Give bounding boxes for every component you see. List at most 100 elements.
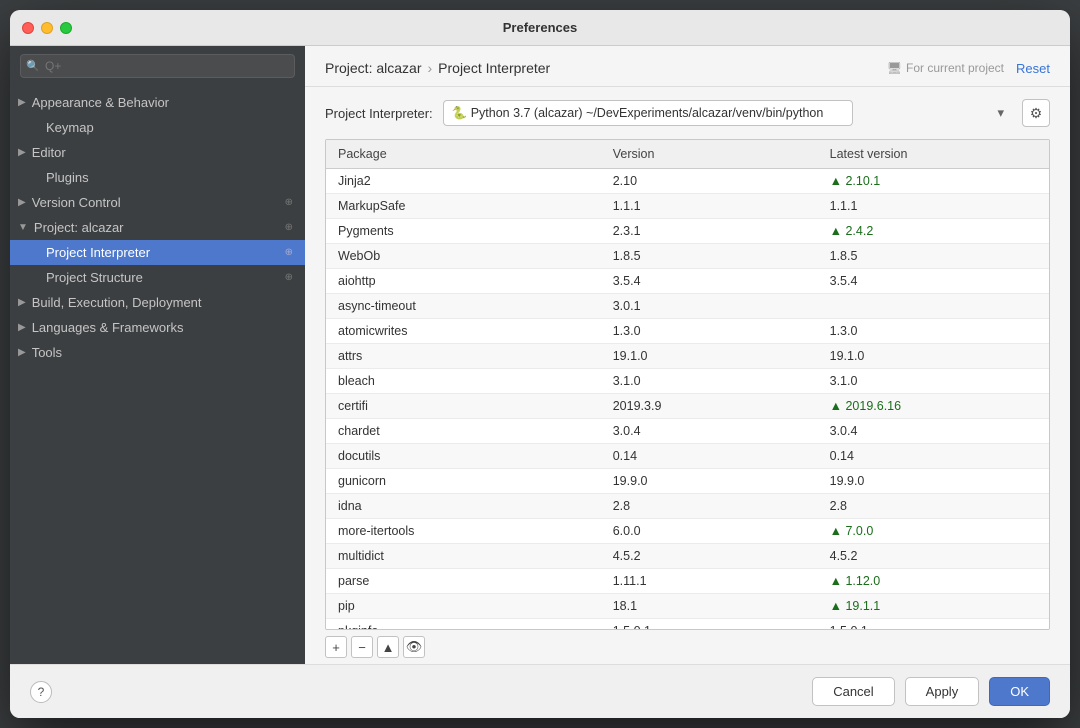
table-row[interactable]: attrs19.1.019.1.0 bbox=[326, 344, 1049, 369]
sidebar-item-appearance[interactable]: ▶ Appearance & Behavior bbox=[10, 90, 305, 115]
plus-icon: + bbox=[332, 640, 340, 655]
package-latest-cell: ▲ 2019.6.16 bbox=[818, 394, 1049, 419]
package-version-cell: 0.14 bbox=[601, 444, 818, 469]
reset-button[interactable]: Reset bbox=[1016, 61, 1050, 76]
package-latest-cell: ▲ 19.1.1 bbox=[818, 594, 1049, 619]
sidebar-item-plugins[interactable]: Plugins bbox=[10, 165, 305, 190]
table-row[interactable]: WebOb1.8.51.8.5 bbox=[326, 244, 1049, 269]
sidebar-item-label: Editor bbox=[32, 145, 66, 160]
sidebar-item-project-interpreter[interactable]: Project Interpreter ⊕ bbox=[10, 240, 305, 265]
expand-arrow-icon: ▶ bbox=[18, 147, 26, 158]
table-row[interactable]: certifi2019.3.9▲ 2019.6.16 bbox=[326, 394, 1049, 419]
package-name-cell: certifi bbox=[326, 394, 601, 419]
table-row[interactable]: bleach3.1.03.1.0 bbox=[326, 369, 1049, 394]
package-name-cell: pkginfo bbox=[326, 619, 601, 631]
breadcrumb-separator: › bbox=[427, 60, 432, 76]
sidebar-item-languages-frameworks[interactable]: ▶ Languages & Frameworks bbox=[10, 315, 305, 340]
apply-button[interactable]: Apply bbox=[905, 677, 980, 706]
package-latest-cell: 1.8.5 bbox=[818, 244, 1049, 269]
eye-icon: 👁 bbox=[406, 639, 423, 655]
package-latest-cell: ▲ 2.4.2 bbox=[818, 219, 1049, 244]
add-package-button[interactable]: + bbox=[325, 636, 347, 658]
interpreter-select[interactable]: 🐍 Python 3.7 (alcazar) ~/DevExperiments/… bbox=[443, 100, 853, 126]
sidebar-item-label: Keymap bbox=[46, 120, 94, 135]
header-right: 🖥 For current project Reset bbox=[887, 61, 1050, 76]
package-latest-cell bbox=[818, 294, 1049, 319]
interpreter-row: Project Interpreter: 🐍 Python 3.7 (alcaz… bbox=[305, 87, 1070, 139]
package-name-cell: WebOb bbox=[326, 244, 601, 269]
table-row[interactable]: idna2.82.8 bbox=[326, 494, 1049, 519]
expand-arrow-icon: ▶ bbox=[18, 197, 26, 208]
footer: ? Cancel Apply OK bbox=[10, 664, 1070, 718]
package-name-cell: bleach bbox=[326, 369, 601, 394]
package-version-cell: 19.1.0 bbox=[601, 344, 818, 369]
remove-package-button[interactable]: − bbox=[351, 636, 373, 658]
table-row[interactable]: gunicorn19.9.019.9.0 bbox=[326, 469, 1049, 494]
interpreter-select-wrap: 🐍 Python 3.7 (alcazar) ~/DevExperiments/… bbox=[443, 100, 1012, 126]
search-input[interactable] bbox=[20, 54, 295, 78]
package-version-cell: 6.0.0 bbox=[601, 519, 818, 544]
maximize-button[interactable] bbox=[60, 22, 72, 34]
dialog-title: Preferences bbox=[503, 20, 577, 35]
upgrade-package-button[interactable]: ▲ bbox=[377, 636, 399, 658]
table-row[interactable]: Jinja22.10▲ 2.10.1 bbox=[326, 169, 1049, 194]
expand-arrow-icon: ▶ bbox=[18, 97, 26, 108]
table-row[interactable]: atomicwrites1.3.01.3.0 bbox=[326, 319, 1049, 344]
package-name-cell: Jinja2 bbox=[326, 169, 601, 194]
sidebar-item-build-execution[interactable]: ▶ Build, Execution, Deployment bbox=[10, 290, 305, 315]
sidebar-item-label: Project Structure bbox=[46, 270, 143, 285]
package-latest-cell: 1.1.1 bbox=[818, 194, 1049, 219]
sidebar-item-tools[interactable]: ▶ Tools bbox=[10, 340, 305, 365]
main-panel: Project: alcazar › Project Interpreter 🖥… bbox=[305, 46, 1070, 664]
package-latest-cell: ▲ 2.10.1 bbox=[818, 169, 1049, 194]
package-name-cell: parse bbox=[326, 569, 601, 594]
sidebar-item-project-alcazar[interactable]: ▼ Project: alcazar ⊕ bbox=[10, 215, 305, 240]
sidebar: 🔍 ▶ Appearance & Behavior Keymap ▶ Edito… bbox=[10, 46, 305, 664]
question-mark-icon: ? bbox=[38, 685, 45, 699]
packages-table: Package Version Latest version Jinja22.1… bbox=[326, 140, 1049, 630]
table-row[interactable]: pip18.1▲ 19.1.1 bbox=[326, 594, 1049, 619]
show-all-packages-button[interactable]: 👁 bbox=[403, 636, 425, 658]
package-name-cell: Pygments bbox=[326, 219, 601, 244]
gear-icon: ⚙ bbox=[1030, 105, 1043, 122]
table-row[interactable]: async-timeout3.0.1 bbox=[326, 294, 1049, 319]
package-name-cell: docutils bbox=[326, 444, 601, 469]
sidebar-item-label: Plugins bbox=[46, 170, 89, 185]
table-row[interactable]: pkginfo1.5.0.11.5.0.1 bbox=[326, 619, 1049, 631]
close-button[interactable] bbox=[22, 22, 34, 34]
table-row[interactable]: docutils0.140.14 bbox=[326, 444, 1049, 469]
table-row[interactable]: multidict4.5.24.5.2 bbox=[326, 544, 1049, 569]
package-name-cell: atomicwrites bbox=[326, 319, 601, 344]
table-row[interactable]: parse1.11.1▲ 1.12.0 bbox=[326, 569, 1049, 594]
col-latest-version: Latest version bbox=[818, 140, 1049, 169]
sidebar-item-editor[interactable]: ▶ Editor bbox=[10, 140, 305, 165]
sidebar-item-label: Build, Execution, Deployment bbox=[32, 295, 202, 310]
table-row[interactable]: MarkupSafe1.1.11.1.1 bbox=[326, 194, 1049, 219]
minimize-button[interactable] bbox=[41, 22, 53, 34]
package-latest-cell: 3.5.4 bbox=[818, 269, 1049, 294]
package-name-cell: attrs bbox=[326, 344, 601, 369]
table-row[interactable]: chardet3.0.43.0.4 bbox=[326, 419, 1049, 444]
package-version-cell: 2019.3.9 bbox=[601, 394, 818, 419]
table-toolbar: + − ▲ 👁 bbox=[325, 630, 1050, 664]
table-row[interactable]: aiohttp3.5.43.5.4 bbox=[326, 269, 1049, 294]
sidebar-item-version-control[interactable]: ▶ Version Control ⊕ bbox=[10, 190, 305, 215]
interpreter-label: Project Interpreter: bbox=[325, 106, 433, 121]
package-name-cell: MarkupSafe bbox=[326, 194, 601, 219]
help-button[interactable]: ? bbox=[30, 681, 52, 703]
upgrade-icon: ▲ bbox=[382, 640, 395, 655]
package-version-cell: 3.0.1 bbox=[601, 294, 818, 319]
package-latest-cell: 0.14 bbox=[818, 444, 1049, 469]
sidebar-item-keymap[interactable]: Keymap bbox=[10, 115, 305, 140]
ok-button[interactable]: OK bbox=[989, 677, 1050, 706]
interpreter-settings-button[interactable]: ⚙ bbox=[1022, 99, 1050, 127]
search-wrap: 🔍 bbox=[20, 54, 295, 78]
package-name-cell: aiohttp bbox=[326, 269, 601, 294]
repo-icon: ⊕ bbox=[285, 272, 293, 283]
sidebar-item-project-structure[interactable]: Project Structure ⊕ bbox=[10, 265, 305, 290]
table-row[interactable]: more-itertools6.0.0▲ 7.0.0 bbox=[326, 519, 1049, 544]
package-latest-cell: 1.3.0 bbox=[818, 319, 1049, 344]
table-row[interactable]: Pygments2.3.1▲ 2.4.2 bbox=[326, 219, 1049, 244]
package-latest-cell: 3.0.4 bbox=[818, 419, 1049, 444]
cancel-button[interactable]: Cancel bbox=[812, 677, 894, 706]
